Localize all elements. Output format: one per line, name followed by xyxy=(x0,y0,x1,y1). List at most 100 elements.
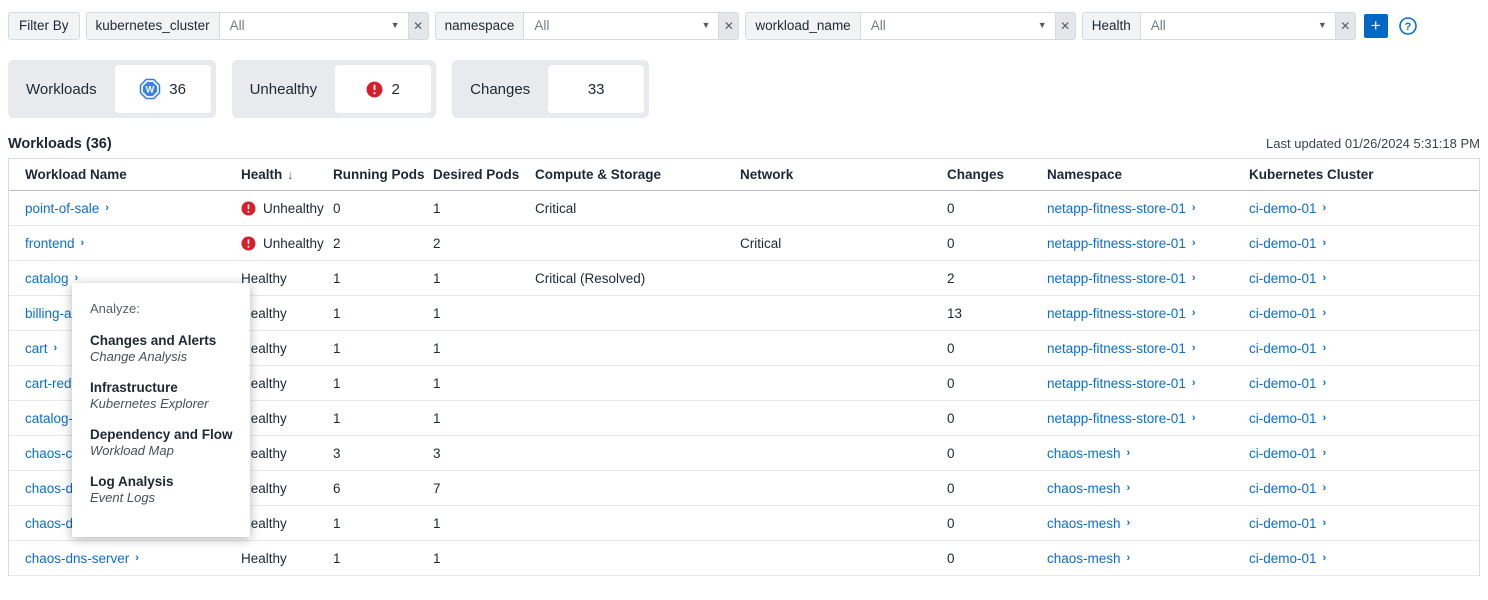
kpi-label-workloads: Workloads xyxy=(8,60,115,118)
cluster-link[interactable]: ci-demo-01› xyxy=(1249,271,1326,286)
workload-name-link[interactable]: chaos-dns-server› xyxy=(25,551,139,566)
cluster-link-text: ci-demo-01 xyxy=(1249,446,1317,461)
namespace-link-text: chaos-mesh xyxy=(1047,551,1121,566)
kpi-label-unhealthy: Unhealthy xyxy=(232,60,336,118)
cluster-link[interactable]: ci-demo-01› xyxy=(1249,376,1326,391)
kpi-card-workloads[interactable]: Workloads W 36 xyxy=(8,60,216,118)
namespace-link[interactable]: chaos-mesh› xyxy=(1047,481,1130,496)
kpi-number-unhealthy: 2 xyxy=(391,81,399,98)
column-header-running-pods[interactable]: Running Pods xyxy=(333,167,433,182)
filter-key-Health[interactable]: Health xyxy=(1082,12,1140,40)
filter-value-select-workload_name[interactable]: All▼ xyxy=(860,12,1056,40)
cluster-link[interactable]: ci-demo-01 › xyxy=(1249,201,1326,216)
cell-kubernetes-cluster: ci-demo-01› xyxy=(1249,516,1479,531)
cluster-link[interactable]: ci-demo-01› xyxy=(1249,341,1326,356)
workload-name-link[interactable]: point-of-sale› xyxy=(25,201,109,216)
table-row[interactable]: chaos-dns-server›Healthy110chaos-mesh›ci… xyxy=(9,541,1479,576)
cluster-link[interactable]: ci-demo-01› xyxy=(1249,411,1326,426)
cluster-link[interactable]: ci-demo-01› xyxy=(1249,516,1326,531)
cluster-link-text: ci-demo-01 xyxy=(1249,201,1317,216)
cell-namespace: netapp-fitness-store-01› xyxy=(1047,306,1249,321)
kpi-row: Workloads W 36 Unhealthy 2 xyxy=(0,52,1488,118)
close-icon[interactable]: ✕ xyxy=(719,12,739,40)
chevron-right-icon: › xyxy=(1192,412,1196,424)
cluster-link-text: ci-demo-01 xyxy=(1249,481,1317,496)
column-header-network[interactable]: Network xyxy=(740,167,947,182)
cell-changes: 0 xyxy=(947,446,1047,461)
chevron-right-icon: › xyxy=(1127,482,1131,494)
kpi-card-unhealthy[interactable]: Unhealthy 2 xyxy=(232,60,437,118)
column-header-health[interactable]: Health ↓ xyxy=(241,167,333,182)
analyze-menu-item-title[interactable]: Log Analysis xyxy=(90,474,250,489)
filter-key-workload_name[interactable]: workload_name xyxy=(745,12,859,40)
cluster-link[interactable]: ci-demo-01› xyxy=(1249,446,1326,461)
namespace-link[interactable]: netapp-fitness-store-01› xyxy=(1047,201,1196,216)
cluster-link-text: ci-demo-01 xyxy=(1249,341,1317,356)
analyze-menu-item[interactable]: Changes and AlertsChange Analysis xyxy=(90,333,250,364)
chevron-right-icon: › xyxy=(1192,272,1196,284)
cell-changes: 13 xyxy=(947,306,1047,321)
namespace-link[interactable]: netapp-fitness-store-01› xyxy=(1047,236,1196,251)
filter-key-kubernetes_cluster[interactable]: kubernetes_cluster xyxy=(86,12,219,40)
workload-name-link[interactable]: frontend› xyxy=(25,236,84,251)
analyze-menu-item[interactable]: Log AnalysisEvent Logs xyxy=(90,474,250,505)
analyze-menu-item[interactable]: Dependency and FlowWorkload Map xyxy=(90,427,250,458)
workload-name-link[interactable]: cart› xyxy=(25,341,57,356)
cluster-link[interactable]: ci-demo-01› xyxy=(1249,481,1326,496)
cluster-link-text: ci-demo-01 xyxy=(1249,551,1317,566)
column-header-kubernetes-cluster[interactable]: Kubernetes Cluster xyxy=(1249,167,1479,182)
cell-kubernetes-cluster: ci-demo-01› xyxy=(1249,341,1479,356)
add-filter-button[interactable]: + xyxy=(1364,14,1388,38)
namespace-link[interactable]: chaos-mesh› xyxy=(1047,516,1130,531)
analyze-menu-item[interactable]: InfrastructureKubernetes Explorer xyxy=(90,380,250,411)
workload-name-text: catalog xyxy=(25,271,69,286)
namespace-link[interactable]: chaos-mesh› xyxy=(1047,551,1130,566)
cell-desired-pods: 1 xyxy=(433,341,535,356)
column-header-workload-name[interactable]: Workload Name xyxy=(9,167,241,182)
kpi-card-changes[interactable]: Changes 33 xyxy=(452,60,649,118)
cell-running-pods: 1 xyxy=(333,271,433,286)
column-header-changes[interactable]: Changes xyxy=(947,167,1047,182)
close-icon[interactable]: ✕ xyxy=(409,12,429,40)
analyze-menu-item-title[interactable]: Dependency and Flow xyxy=(90,427,250,442)
namespace-link[interactable]: netapp-fitness-store-01› xyxy=(1047,376,1196,391)
filter-value-workload_name: All xyxy=(871,18,886,33)
chevron-right-icon: › xyxy=(1323,552,1327,564)
cluster-link[interactable]: ci-demo-01 › xyxy=(1249,551,1326,566)
cell-changes: 2 xyxy=(947,271,1047,286)
column-header-compute-storage[interactable]: Compute & Storage xyxy=(535,167,740,182)
cell-namespace: chaos-mesh› xyxy=(1047,481,1249,496)
chevron-right-icon: › xyxy=(1323,272,1327,284)
analyze-context-menu: Analyze: Changes and AlertsChange Analys… xyxy=(72,283,250,537)
filter-value-select-kubernetes_cluster[interactable]: All▼ xyxy=(219,12,409,40)
namespace-link[interactable]: netapp-fitness-store-01› xyxy=(1047,306,1196,321)
namespace-link[interactable]: netapp-fitness-store-01› xyxy=(1047,271,1196,286)
table-row[interactable]: point-of-sale›Unhealthy01Critical0netapp… xyxy=(9,191,1479,226)
close-icon[interactable]: ✕ xyxy=(1056,12,1076,40)
column-header-desired-pods[interactable]: Desired Pods xyxy=(433,167,535,182)
column-header-namespace[interactable]: Namespace xyxy=(1047,167,1249,182)
analyze-menu-item-title[interactable]: Infrastructure xyxy=(90,380,250,395)
cell-desired-pods: 1 xyxy=(433,376,535,391)
cell-health: Healthy xyxy=(241,411,333,426)
analyze-menu-item-title[interactable]: Changes and Alerts xyxy=(90,333,250,348)
chevron-right-icon: › xyxy=(1323,202,1327,214)
close-icon[interactable]: ✕ xyxy=(1336,12,1356,40)
workload-name-link[interactable]: catalog› xyxy=(25,271,78,286)
namespace-link-text: netapp-fitness-store-01 xyxy=(1047,376,1186,391)
filter-value-select-Health[interactable]: All▼ xyxy=(1140,12,1336,40)
filter-value-select-namespace[interactable]: All▼ xyxy=(523,12,719,40)
cluster-link[interactable]: ci-demo-01› xyxy=(1249,306,1326,321)
chevron-right-icon: › xyxy=(1192,307,1196,319)
table-row[interactable]: frontend›Unhealthy22Critical0netapp-fitn… xyxy=(9,226,1479,261)
cluster-link[interactable]: ci-demo-01› xyxy=(1249,236,1326,251)
filter-key-namespace[interactable]: namespace xyxy=(435,12,524,40)
namespace-link[interactable]: netapp-fitness-store-01› xyxy=(1047,341,1196,356)
chevron-right-icon: › xyxy=(81,237,85,249)
help-circle-icon[interactable]: ? xyxy=(1399,17,1417,35)
namespace-link[interactable]: chaos-mesh› xyxy=(1047,446,1130,461)
cell-changes: 0 xyxy=(947,376,1047,391)
sort-descending-icon: ↓ xyxy=(287,168,293,182)
svg-text:?: ? xyxy=(1404,21,1411,33)
namespace-link[interactable]: netapp-fitness-store-01› xyxy=(1047,411,1196,426)
